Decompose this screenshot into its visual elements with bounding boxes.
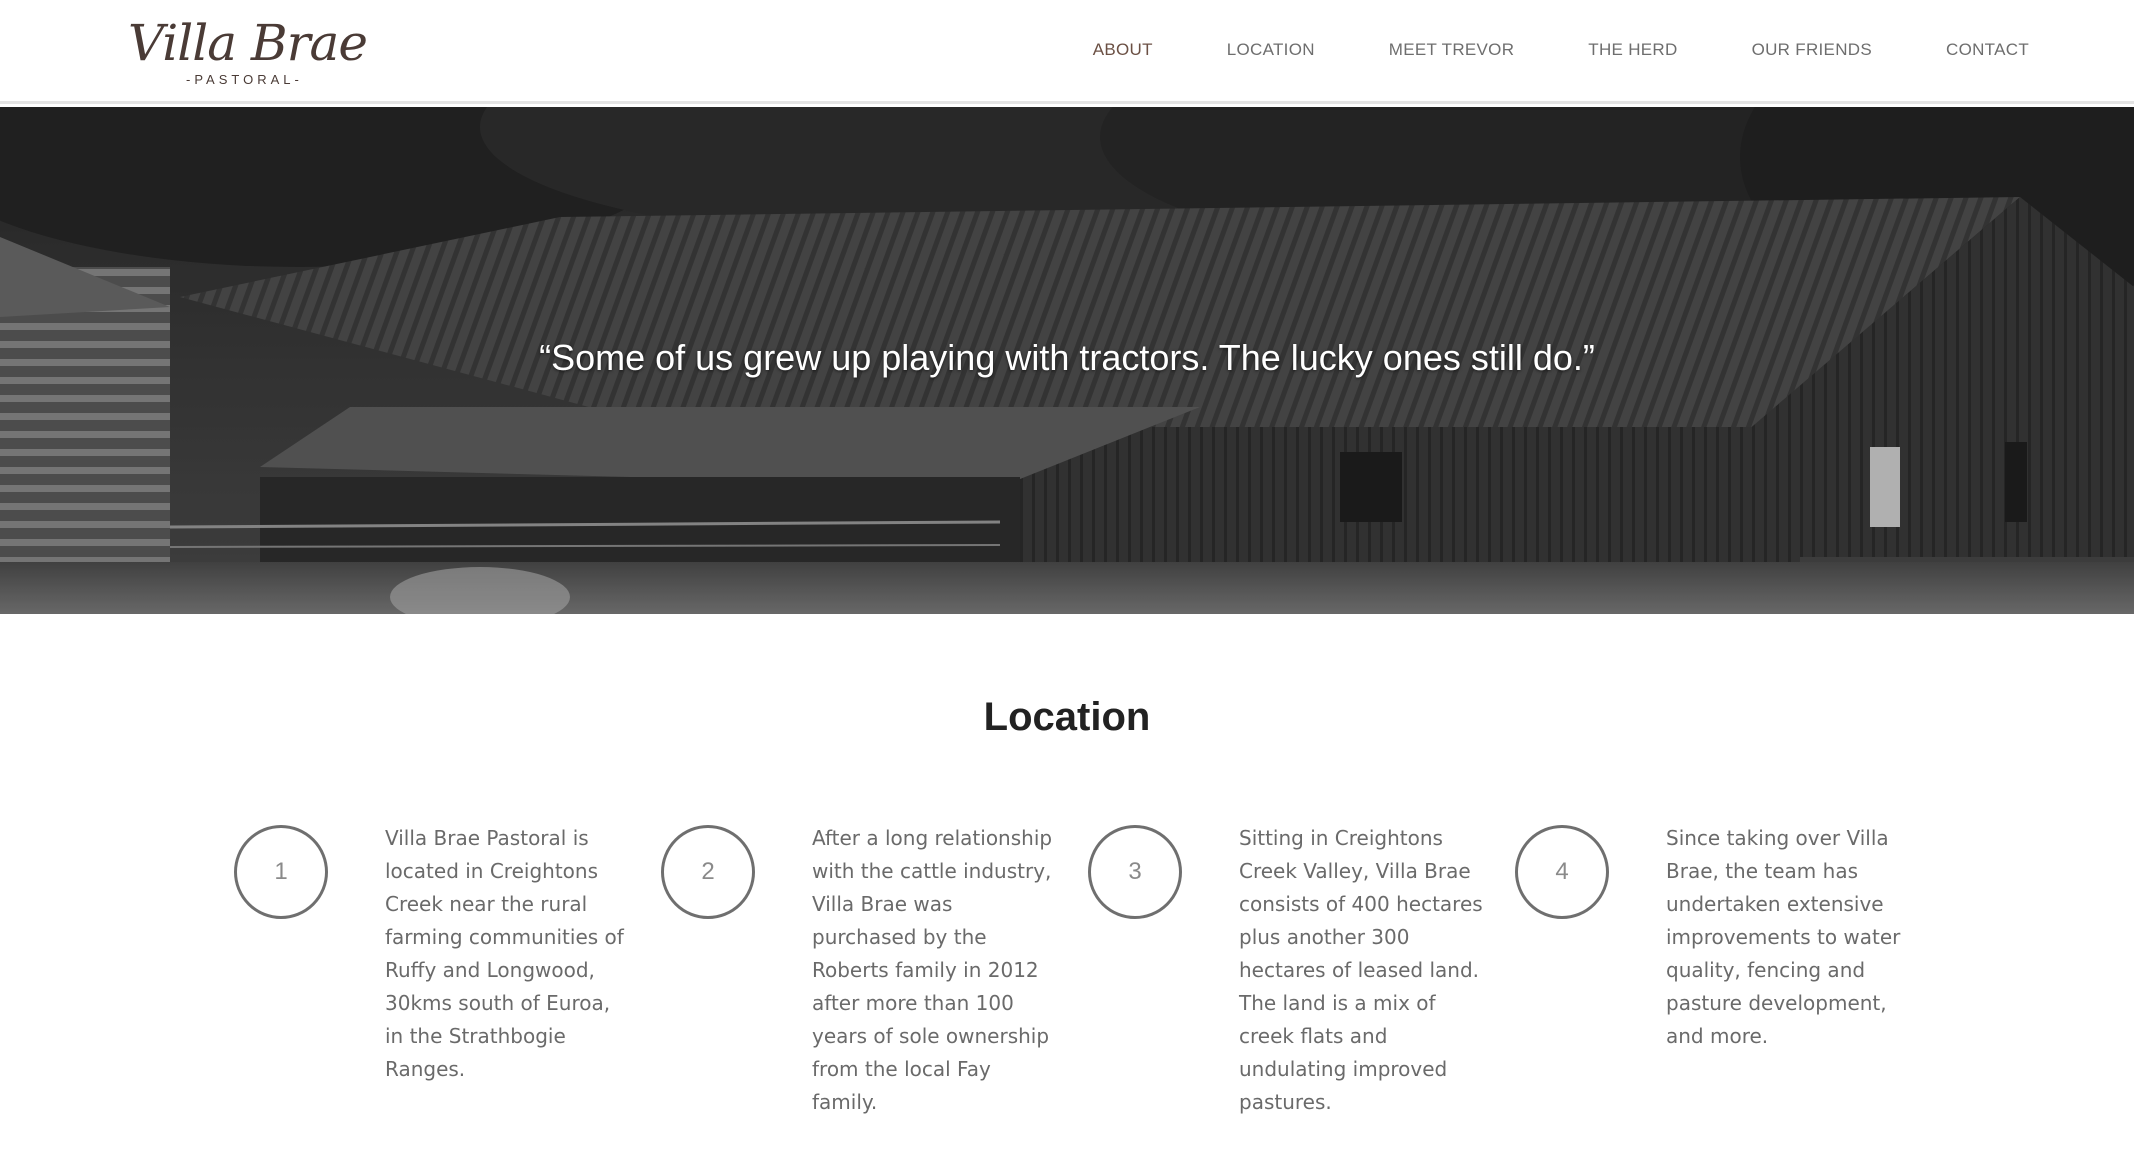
logo-subtitle: -PASTORAL- xyxy=(186,72,303,87)
hero-banner: “Some of us grew up playing with tractor… xyxy=(0,107,2134,614)
page: Villa Brae -PASTORAL- ABOUT LOCATION MEE… xyxy=(0,0,2134,1173)
location-item-text: Villa Brae Pastoral is located in Creigh… xyxy=(385,826,624,1081)
location-item-text: After a long relationship with the cattl… xyxy=(812,826,1053,1114)
step-number-circle: 2 xyxy=(661,825,755,919)
nav-item-meet-trevor[interactable]: MEET TREVOR xyxy=(1389,40,1514,60)
nav-item-the-herd[interactable]: THE HERD xyxy=(1588,40,1677,60)
site-header: Villa Brae -PASTORAL- ABOUT LOCATION MEE… xyxy=(0,0,2134,104)
location-item: 1 Villa Brae Pastoral is located in Crei… xyxy=(234,822,634,1152)
location-item: 2 After a long relationship with the cat… xyxy=(661,822,1061,1152)
nav-item-about[interactable]: ABOUT xyxy=(1093,40,1153,60)
logo-wordmark: Villa Brae xyxy=(128,14,368,72)
main-nav: ABOUT LOCATION MEET TREVOR THE HERD OUR … xyxy=(1019,40,2029,60)
location-item: 3 Sitting in Creightons Creek Valley, Vi… xyxy=(1088,822,1488,1152)
hero-quote: “Some of us grew up playing with tractor… xyxy=(539,337,1595,378)
location-columns: 1 Villa Brae Pastoral is located in Crei… xyxy=(234,822,1934,1162)
step-number-circle: 4 xyxy=(1515,825,1609,919)
location-item-text: Since taking over Villa Brae, the team h… xyxy=(1666,826,1901,1048)
location-item: 4 Since taking over Villa Brae, the team… xyxy=(1515,822,1915,1152)
site-logo[interactable]: Villa Brae -PASTORAL- xyxy=(128,14,368,94)
step-number-circle: 1 xyxy=(234,825,328,919)
location-heading: Location xyxy=(983,695,1151,739)
nav-item-our-friends[interactable]: OUR FRIENDS xyxy=(1752,40,1872,60)
location-item-text: Sitting in Creightons Creek Valley, Vill… xyxy=(1239,826,1483,1114)
nav-item-contact[interactable]: CONTACT xyxy=(1946,40,2029,60)
nav-item-location[interactable]: LOCATION xyxy=(1227,40,1315,60)
step-number-circle: 3 xyxy=(1088,825,1182,919)
